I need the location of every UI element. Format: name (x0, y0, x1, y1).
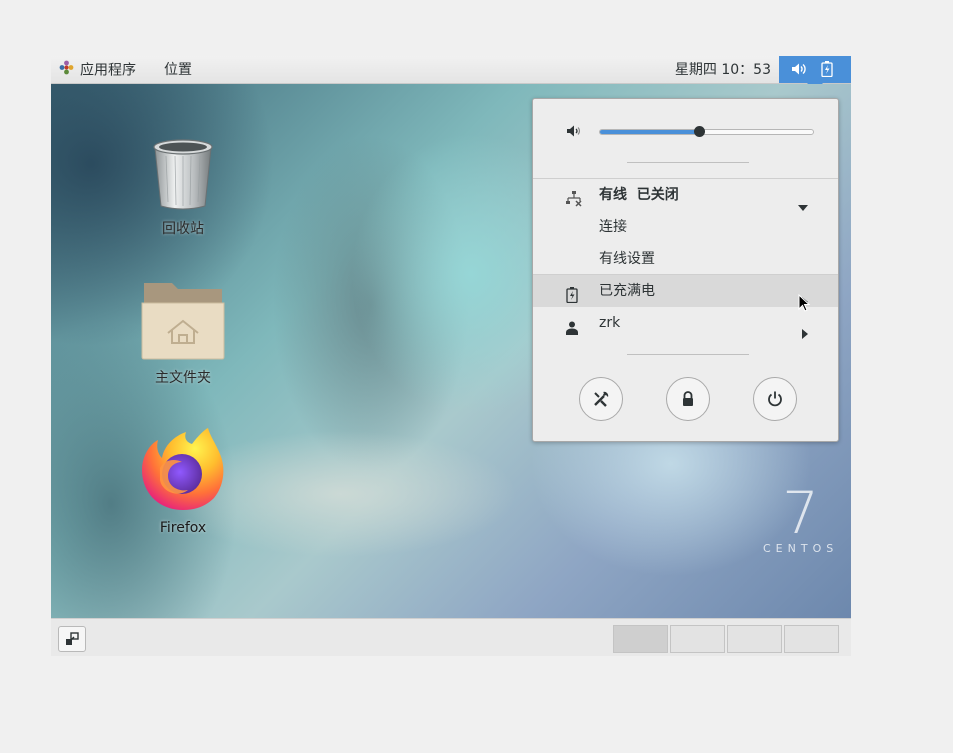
workspace-4[interactable] (784, 625, 839, 653)
logo-word: CENTOS (763, 542, 839, 555)
workspace-1[interactable] (613, 625, 668, 653)
workspace-2[interactable] (670, 625, 725, 653)
show-desktop-button[interactable] (58, 626, 86, 652)
battery-label: 已充满电 (599, 283, 655, 299)
places-menu[interactable]: 位置 (164, 60, 192, 80)
wired-network-title: 有线 已关闭 (599, 187, 679, 203)
desktop-icon-label: 主文件夹 (155, 370, 211, 386)
firefox-icon (142, 428, 224, 510)
wired-settings-item[interactable]: 有线设置 (533, 243, 838, 275)
volume-icon (791, 62, 807, 80)
user-row[interactable]: zrk (533, 307, 838, 339)
wired-settings-label: 有线设置 (599, 251, 655, 267)
battery-row[interactable]: 已充满电 (533, 275, 838, 307)
workspace-3[interactable] (727, 625, 782, 653)
power-icon (768, 391, 782, 407)
settings-icon (594, 391, 609, 407)
volume-row (533, 121, 838, 141)
volume-low-icon (566, 124, 582, 142)
apps-icon (59, 60, 74, 81)
battery-icon (821, 61, 833, 81)
home-folder-icon (141, 283, 225, 360)
system-status-area[interactable] (779, 56, 851, 91)
applications-menu[interactable]: 应用程序 (59, 60, 136, 80)
volume-slider[interactable] (599, 126, 814, 137)
trash-icon (153, 139, 213, 210)
desktop-icon-home[interactable]: 主文件夹 (128, 279, 238, 387)
user-label: zrk (599, 315, 621, 331)
lock-icon (683, 391, 693, 406)
clock[interactable]: 星期四 10：53 (675, 60, 771, 80)
centos-logo: 7 CENTOS (763, 484, 838, 555)
desktop-icon-firefox[interactable]: Firefox (128, 424, 238, 536)
mouse-cursor-icon (798, 293, 811, 316)
bottom-bar (51, 618, 851, 656)
desktop-icon-label: Firefox (159, 520, 207, 536)
screen: 应用程序 位置 星期四 10：53 回收站 主文件夹 Firefox 7 CEN… (51, 56, 851, 656)
wired-network-row[interactable]: 有线 已关闭 (533, 179, 838, 211)
lock-button[interactable] (666, 377, 710, 421)
separator (627, 162, 749, 163)
volume-slider-fill (600, 130, 701, 134)
wired-connect-label: 连接 (599, 219, 627, 235)
wired-connect-item[interactable]: 连接 (533, 211, 838, 243)
settings-button[interactable] (579, 377, 623, 421)
logo-number: 7 (782, 479, 820, 547)
chevron-right-icon (802, 319, 808, 351)
show-desktop-icon (66, 632, 79, 645)
desktop-icon-label: 回收站 (162, 221, 204, 237)
system-menu-popup: 有线 已关闭 连接 有线设置 已充满电 zrk (532, 98, 839, 442)
top-bar: 应用程序 位置 星期四 10：53 (51, 56, 851, 91)
separator (627, 354, 749, 355)
power-button[interactable] (753, 377, 797, 421)
desktop-icon-trash[interactable]: 回收站 (128, 136, 238, 238)
volume-slider-knob[interactable] (694, 126, 706, 137)
applications-label: 应用程序 (80, 62, 136, 79)
user-icon (566, 315, 578, 347)
